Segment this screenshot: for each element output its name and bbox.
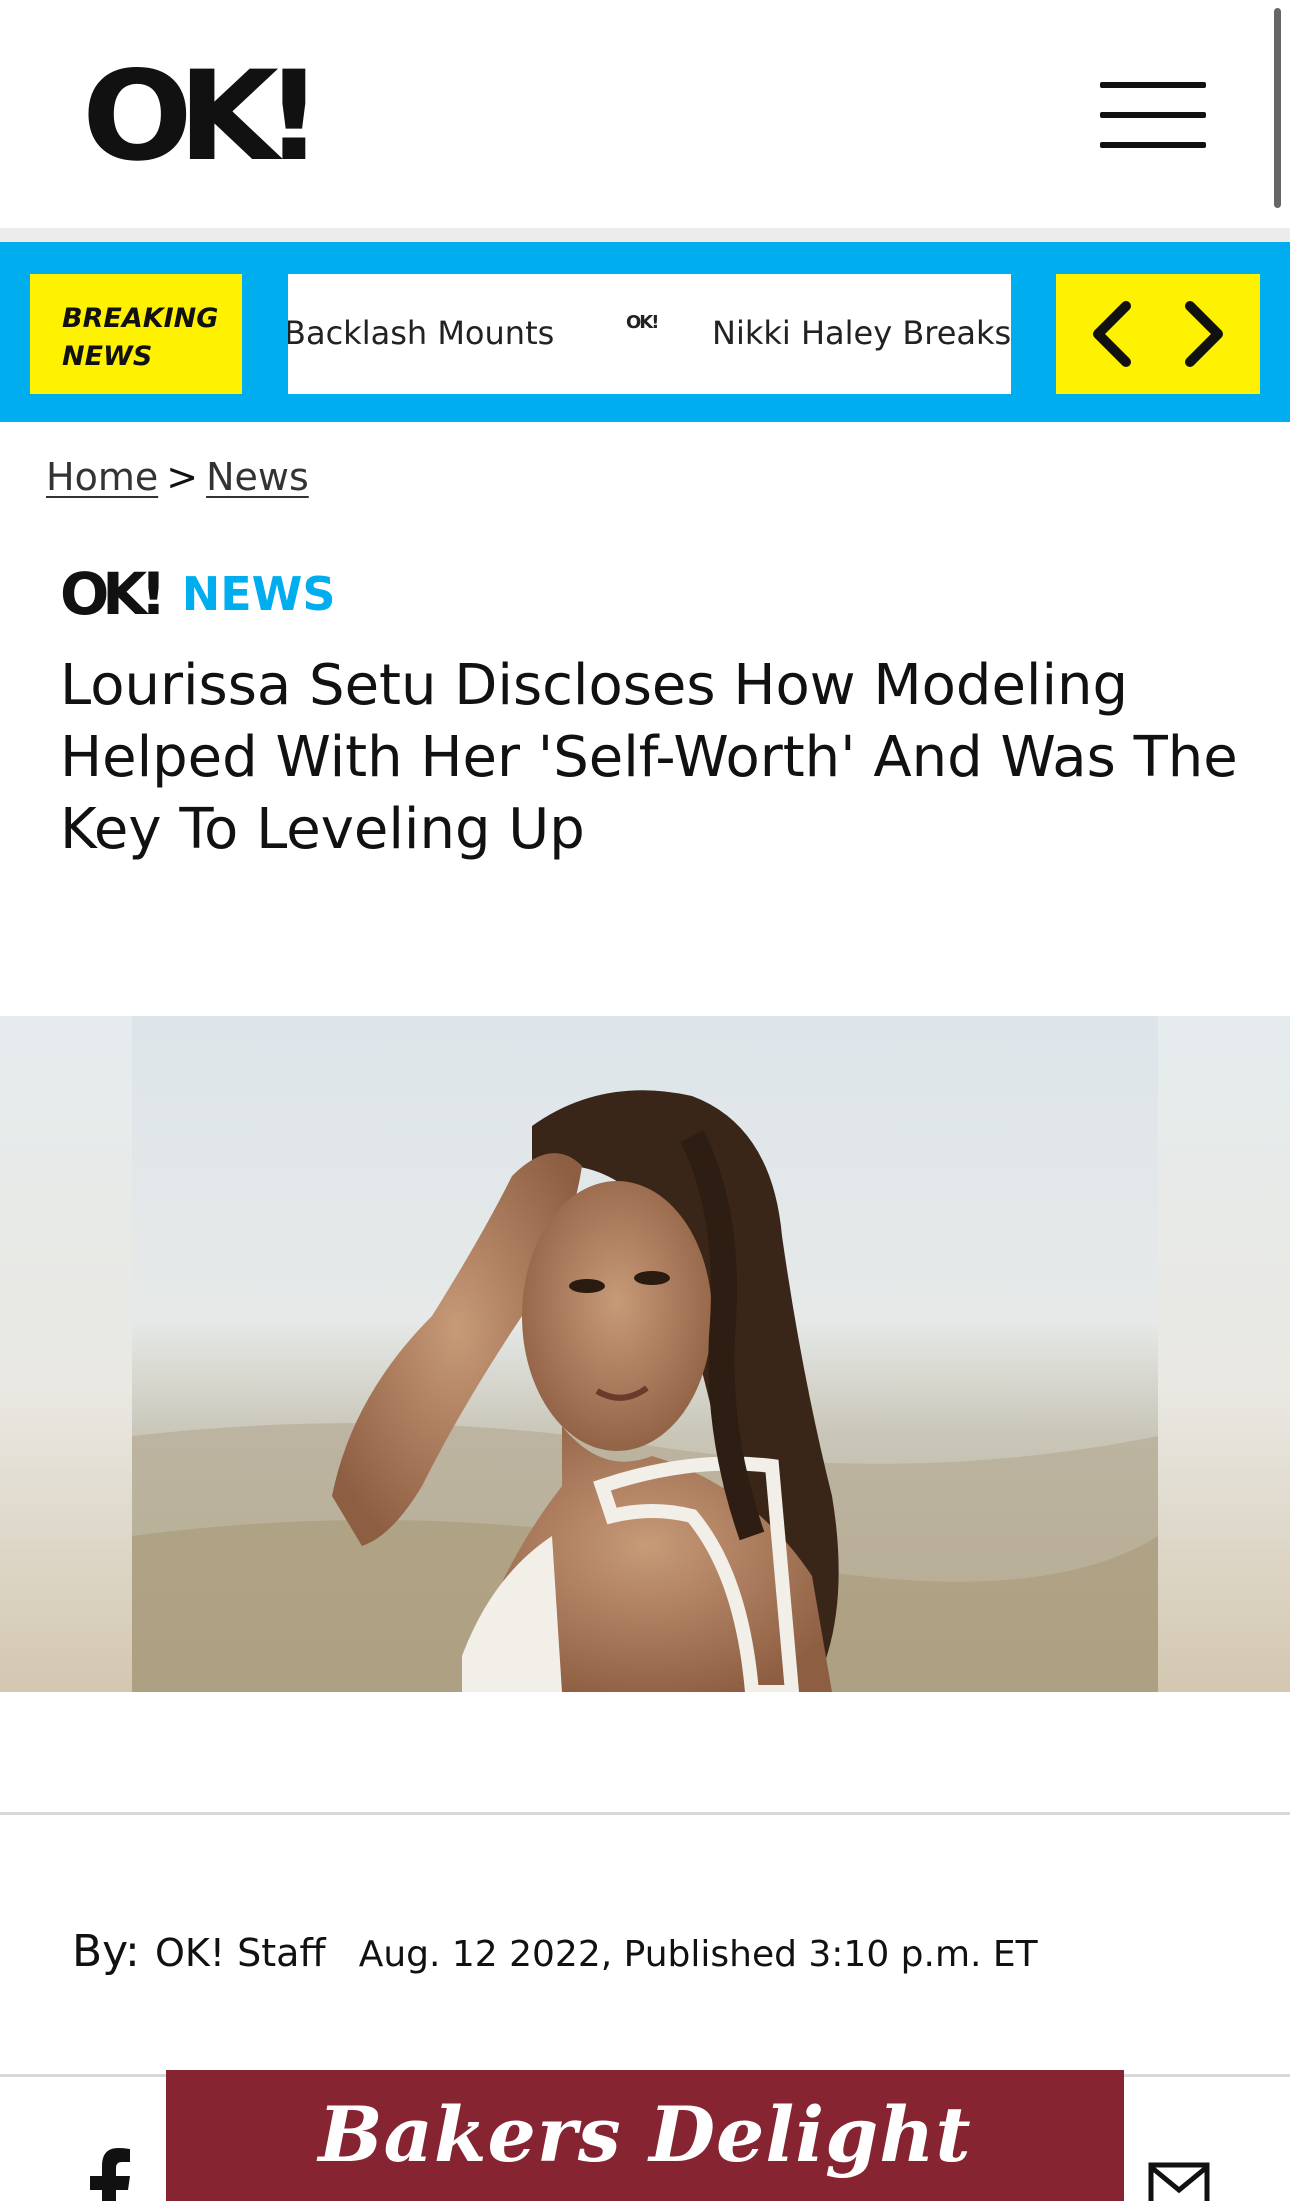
facebook-icon[interactable]: [84, 2146, 134, 2201]
advertisement-banner[interactable]: Bakers Delight: [166, 2070, 1124, 2201]
article-headline: Lourissa Setu Discloses How Modeling Hel…: [60, 653, 1238, 862]
breadcrumb-news-link[interactable]: News: [206, 455, 309, 499]
email-icon[interactable]: [1148, 2162, 1210, 2201]
news-ticker[interactable]: Backlash Mounts OK! Nikki Haley Breaks: [288, 274, 1011, 394]
section-logo: OK!: [60, 560, 167, 628]
chevron-right-icon[interactable]: [1156, 290, 1246, 378]
article-hero-image: [0, 1016, 1290, 1692]
chevron-left-icon[interactable]: [1070, 290, 1160, 378]
divider: [0, 1812, 1290, 1815]
hero-blur-left: [0, 1016, 132, 1692]
hero-blur-right: [1158, 1016, 1290, 1692]
byline-prefix: By:: [72, 1926, 140, 1977]
breadcrumb: Home > News: [46, 455, 309, 499]
hamburger-menu-icon[interactable]: [1100, 80, 1210, 150]
section-tag[interactable]: OK! NEWS: [60, 560, 336, 628]
ad-brand-text: Bakers Delight: [318, 2090, 972, 2179]
publish-date: Aug. 12 2022, Published 3:10 p.m. ET: [358, 1934, 1038, 1975]
article-byline: By: OK! Staff Aug. 12 2022, Published 3:…: [72, 1926, 1038, 1977]
breaking-news-bar: BREAKING NEWS Backlash Mounts OK! Nikki …: [0, 242, 1290, 422]
section-name: NEWS: [181, 567, 336, 621]
breaking-news-label: BREAKING NEWS: [30, 274, 242, 394]
ticker-navigation: [1056, 274, 1260, 394]
breaking-label-line2: NEWS: [62, 341, 153, 372]
page-scrollbar[interactable]: [1274, 8, 1281, 208]
logo-text: OK!: [82, 45, 324, 189]
ticker-item[interactable]: Backlash Mounts: [288, 314, 554, 352]
site-header: OK!: [0, 0, 1290, 228]
header-divider: [0, 228, 1290, 242]
hero-photo: [132, 1016, 1158, 1692]
author-link[interactable]: OK! Staff: [155, 1931, 326, 1975]
breaking-label-line1: BREAKING: [62, 303, 219, 334]
ticker-separator-logo: OK!: [626, 312, 659, 333]
breadcrumb-separator: >: [166, 455, 199, 499]
site-logo[interactable]: OK!: [82, 55, 324, 179]
breadcrumb-home-link[interactable]: Home: [46, 455, 158, 499]
ticker-item[interactable]: Nikki Haley Breaks: [712, 314, 1011, 352]
